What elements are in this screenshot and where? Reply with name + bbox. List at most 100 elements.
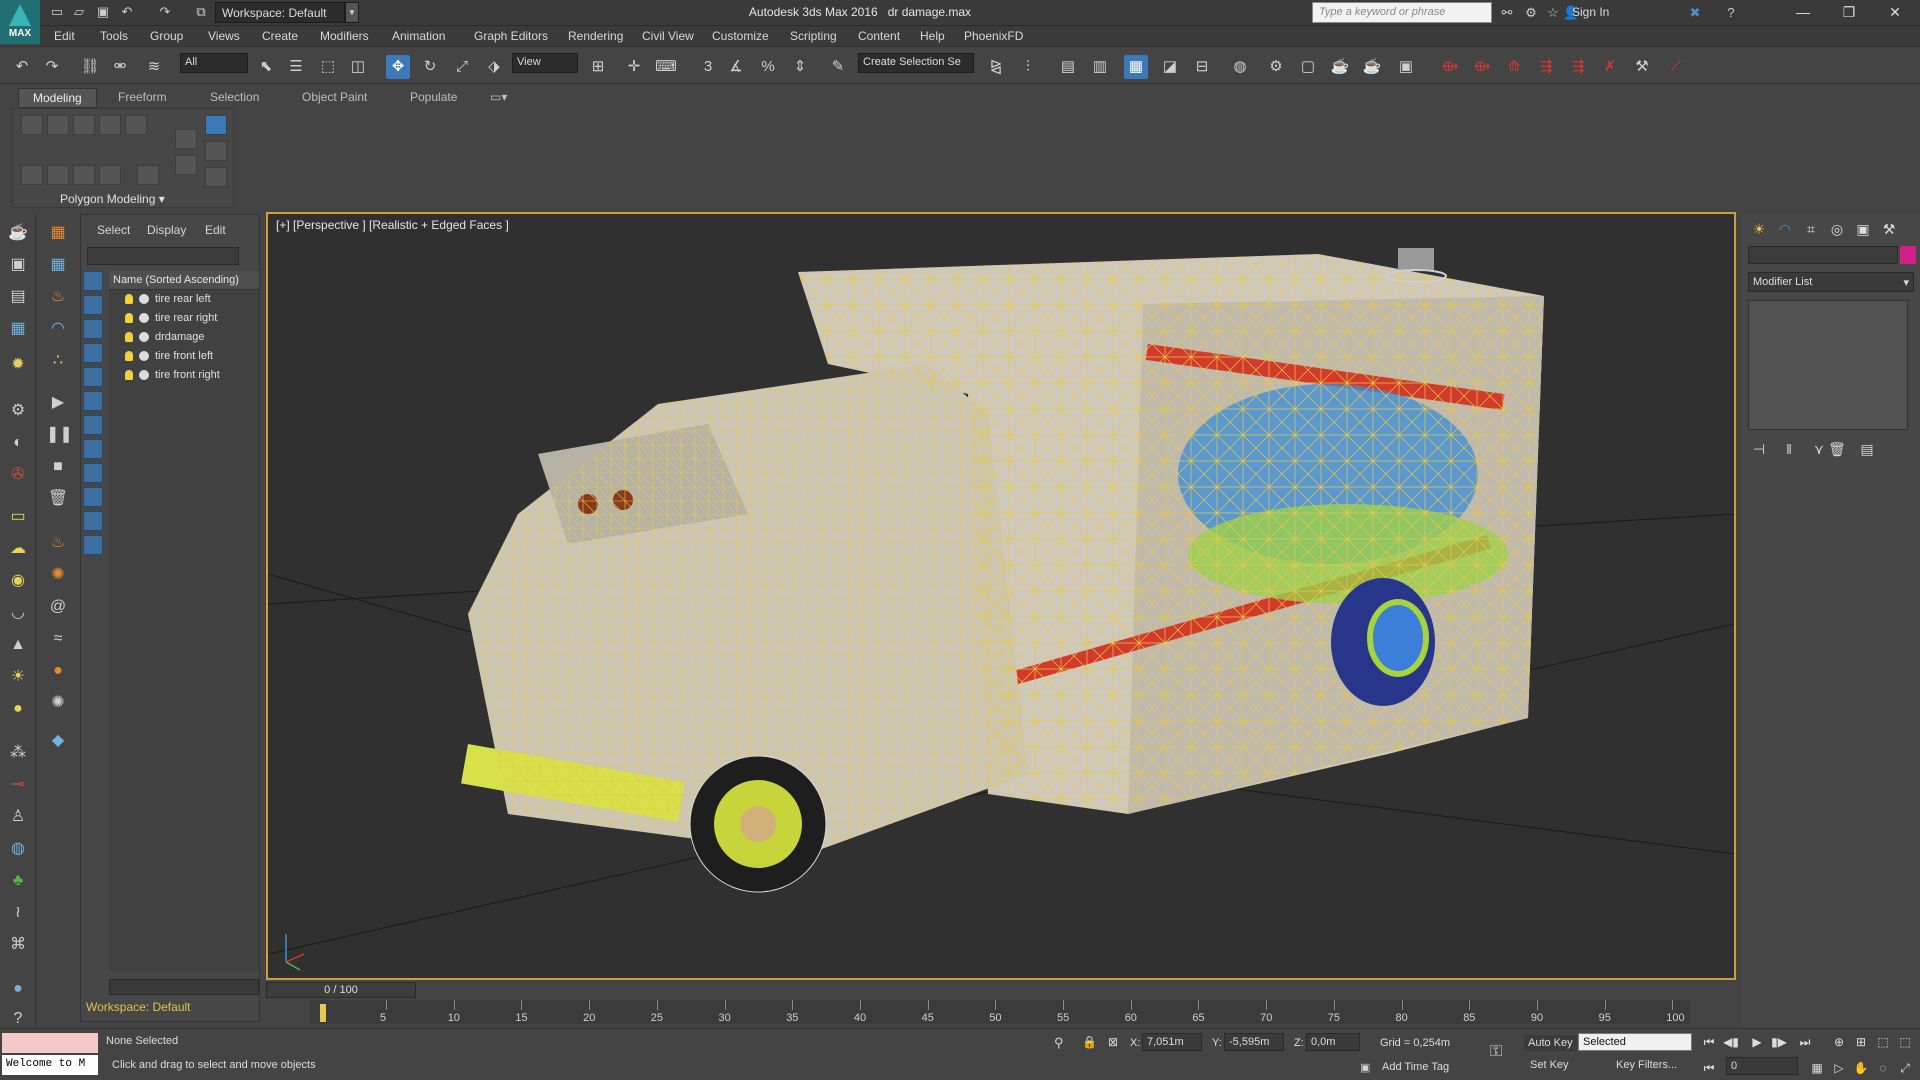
menu-civil-view[interactable]: Civil View (642, 29, 694, 43)
key-mode-toggle-icon[interactable]: ⏮ (1700, 1059, 1718, 1077)
play-icon[interactable]: ▶ (1748, 1033, 1766, 1051)
material-editor-icon[interactable]: ◍ (1228, 55, 1252, 79)
filter-cameras-icon[interactable] (83, 343, 103, 363)
scene-explorer-icon[interactable]: ▦ (1124, 55, 1148, 79)
dots-icon[interactable]: ∴ (46, 350, 70, 372)
time-tag-icon[interactable]: ▣ (1360, 1061, 1370, 1074)
select-by-name-icon[interactable]: ☰ (284, 55, 308, 79)
app-logo[interactable]: MAX (0, 0, 40, 44)
teapot-icon[interactable]: ☕ (6, 222, 30, 244)
time-slider[interactable]: 0 / 100 (266, 982, 416, 998)
project-folder-icon[interactable]: ⧉ (192, 3, 210, 21)
viewport-label[interactable]: [+] [Perspective ] [Realistic + Edged Fa… (276, 218, 509, 232)
hair-icon[interactable]: ≀ (6, 902, 30, 924)
menu-create[interactable]: Create (262, 29, 298, 43)
tube-icon[interactable]: ⊸ (6, 774, 30, 796)
object-color-swatch[interactable] (1900, 246, 1916, 264)
orbit-icon[interactable]: ◌ (1874, 1059, 1892, 1077)
undo-icon[interactable]: ↶ (118, 3, 136, 21)
perspective-viewport[interactable]: [+] [Perspective ] [Realistic + Edged Fa… (266, 212, 1736, 980)
ball-icon[interactable]: ● (6, 698, 30, 720)
fire-grid-icon[interactable]: ▦ (46, 222, 70, 244)
name-column-header[interactable]: Name (Sorted Ascending) (109, 271, 259, 290)
filter-xrefs-icon[interactable] (83, 439, 103, 459)
phoenix-tool-1-icon[interactable]: ⟴ (1438, 55, 1462, 79)
keyboard-shortcut-override-icon[interactable]: ⌨ (654, 55, 678, 79)
key-mode-dropdown[interactable]: Selected (1578, 1033, 1692, 1051)
cloud-icon[interactable]: ☁ (6, 538, 30, 560)
ribbon-tool-4[interactable] (99, 115, 121, 135)
modify-tab-icon[interactable]: ◠ (1774, 218, 1796, 240)
help-icon[interactable]: ? (1722, 4, 1740, 22)
gear-icon[interactable]: ⚙ (6, 400, 30, 422)
render-production-icon[interactable]: ☕ (1328, 55, 1352, 79)
screen-icon[interactable]: ▣ (6, 254, 30, 276)
visibility-icon[interactable] (139, 370, 149, 381)
select-scale-icon[interactable]: ⤢ (450, 55, 474, 79)
tab-modeling[interactable]: Modeling (18, 88, 97, 108)
ribbon-tool-13[interactable] (205, 115, 227, 135)
object-name-field[interactable] (1748, 246, 1898, 264)
exchange-icon[interactable]: ✖ (1686, 4, 1704, 22)
close-button[interactable]: ✕ (1872, 0, 1918, 26)
ribbon-tool-5[interactable] (125, 115, 147, 135)
menu-rendering[interactable]: Rendering (568, 29, 623, 43)
menu-graph-editors[interactable]: Graph Editors (474, 29, 548, 43)
set-key-button[interactable]: Set Key (1530, 1059, 1569, 1071)
render-iterative-icon[interactable]: ☕ (1360, 55, 1384, 79)
water-icon[interactable]: ◠ (46, 318, 70, 340)
auto-key-button[interactable]: Auto Key (1524, 1035, 1577, 1051)
ribbon-tool-14[interactable] (205, 141, 227, 161)
list-item[interactable]: drdamage (109, 328, 259, 347)
motion-tab-icon[interactable]: ◎ (1826, 218, 1848, 240)
swirl-icon[interactable]: @ (46, 596, 70, 618)
filter-helpers-icon[interactable] (83, 367, 103, 387)
select-object-icon[interactable]: ⬉ (254, 55, 278, 79)
light-bulb-icon[interactable] (125, 351, 133, 362)
phoenix-tool-4-icon[interactable]: ⇶ (1534, 55, 1558, 79)
menu-views[interactable]: Views (208, 29, 240, 43)
toggle-ribbon-icon[interactable]: ▥ (1088, 55, 1112, 79)
visibility-icon[interactable] (139, 313, 149, 324)
show-end-result-icon[interactable]: ‖ (1778, 438, 1800, 460)
spinner-snap-icon[interactable]: ⇕ (788, 55, 812, 79)
filter-hidden-icon[interactable] (83, 535, 103, 555)
select-move-icon[interactable]: ✥ (386, 55, 410, 79)
select-manipulate-icon[interactable]: ✛ (622, 55, 646, 79)
filter-containers-icon[interactable] (83, 487, 103, 507)
utilities-tab-icon[interactable]: ⚒ (1878, 218, 1900, 240)
favorites-star-icon[interactable]: ☆ (1544, 4, 1562, 22)
maxscript-listener[interactable]: Welcome to M (2, 1055, 98, 1075)
explorer-menu-display[interactable]: Display (147, 223, 186, 237)
menu-phoenixfd[interactable]: PhoenixFD (964, 29, 1023, 43)
search-input[interactable]: Type a keyword or phrase (1312, 2, 1492, 23)
rendered-frame-window-icon[interactable]: ▢ (1296, 55, 1320, 79)
phoenix-tool-3-icon[interactable]: ⟰ (1502, 55, 1526, 79)
ribbon-tool-11[interactable] (175, 129, 197, 149)
current-frame-field[interactable]: 0 (1726, 1057, 1798, 1075)
bind-space-warp-icon[interactable]: ≋ (142, 55, 166, 79)
tab-selection[interactable]: Selection (210, 90, 259, 104)
phoenix-tool-6-icon[interactable]: ⟋ (1664, 55, 1688, 79)
go-to-end-icon[interactable]: ⏭ (1796, 1033, 1814, 1051)
light-bulb-icon[interactable] (125, 332, 133, 343)
modifier-list-dropdown[interactable]: Modifier List ▾ (1748, 272, 1914, 292)
workspace-dropdown[interactable]: Workspace: Default (215, 2, 345, 23)
maxscript-listener-pink[interactable] (2, 1033, 98, 1053)
isolate-selection-icon[interactable]: ⚲ (1054, 1035, 1064, 1051)
maximize-button[interactable]: ❐ (1826, 0, 1872, 26)
flame-icon[interactable]: ♨ (46, 532, 70, 554)
current-frame-marker[interactable] (320, 1004, 326, 1022)
wave-icon[interactable]: ≈ (46, 628, 70, 650)
render-setup-icon[interactable]: ⚙ (1264, 55, 1288, 79)
menu-tools[interactable]: Tools (100, 29, 128, 43)
redo-icon[interactable]: ↷ (40, 55, 64, 79)
snaps-toggle-icon[interactable]: 3 (696, 55, 720, 79)
schematic-view-icon[interactable]: ⊟ (1190, 55, 1214, 79)
particles-icon[interactable]: ⁂ (6, 742, 30, 764)
visibility-icon[interactable] (139, 294, 149, 305)
sphere-icon[interactable]: ◐ (6, 432, 30, 454)
pause-icon[interactable]: ❚❚ (46, 424, 73, 446)
explorer-menu-edit[interactable]: Edit (205, 223, 226, 237)
light-bulb-icon[interactable] (125, 313, 133, 324)
